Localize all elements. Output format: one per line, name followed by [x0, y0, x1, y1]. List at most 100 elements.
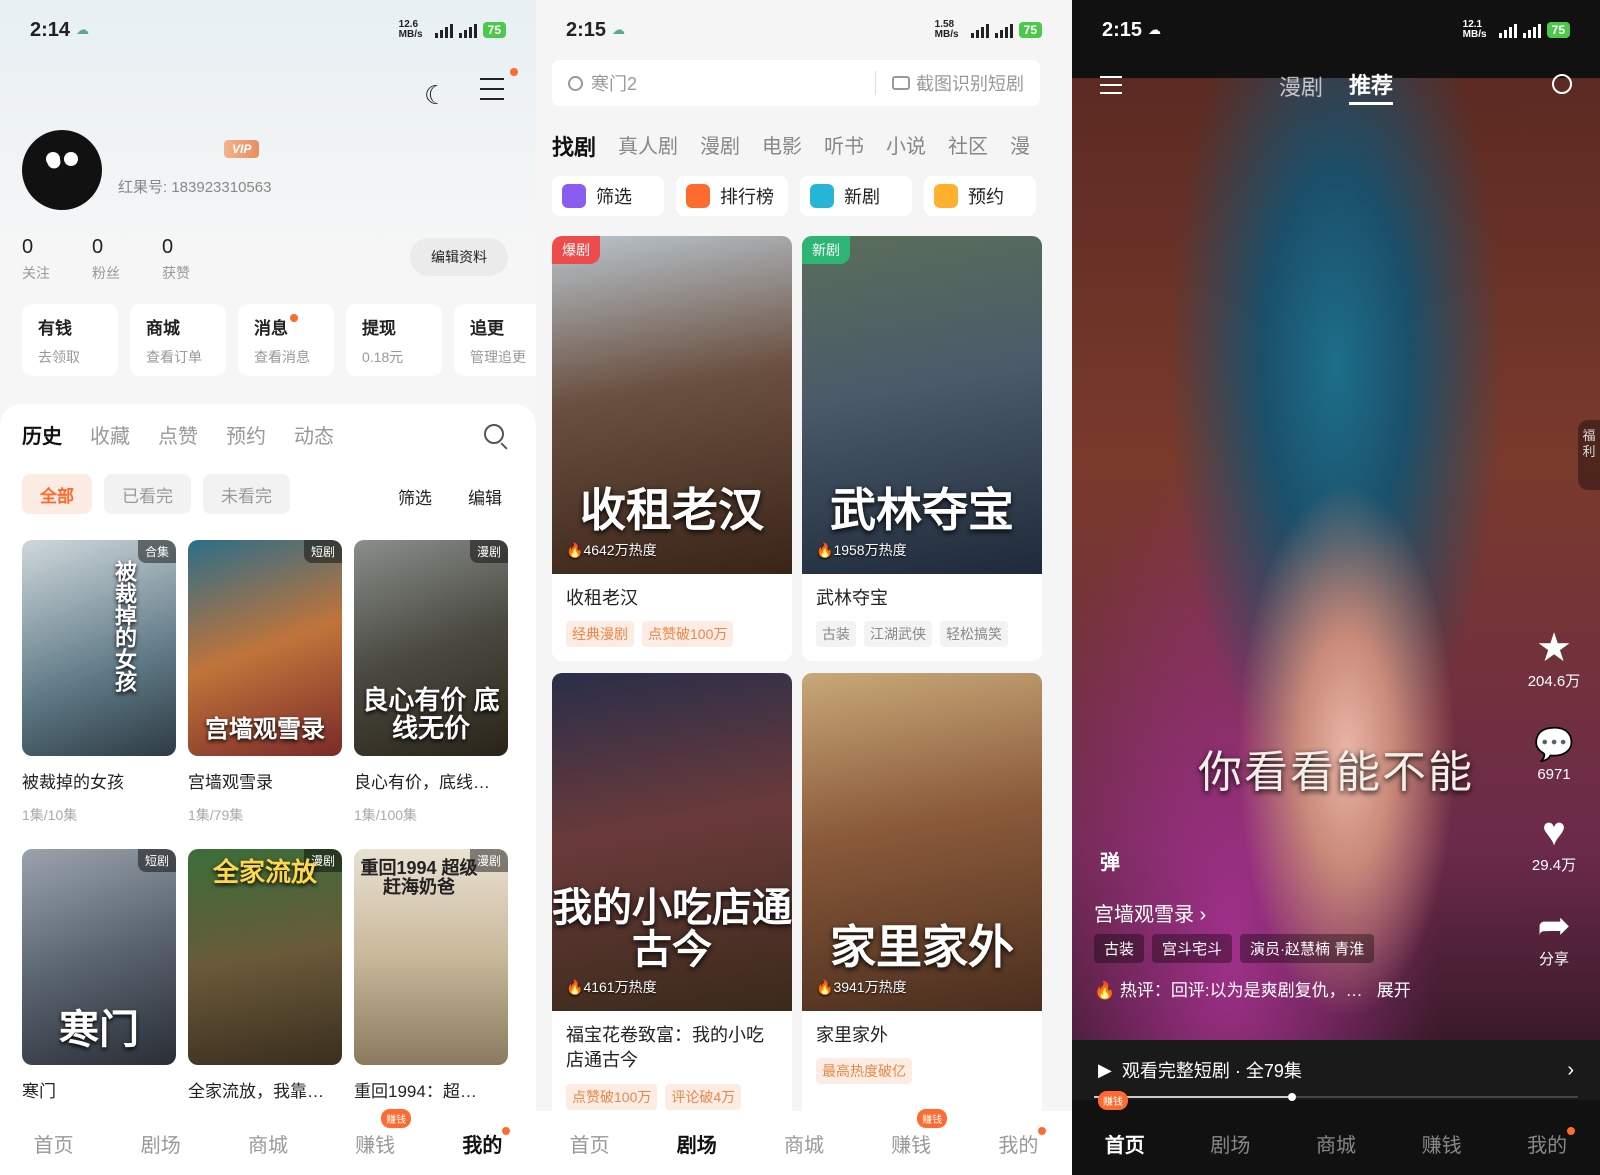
- shortcut-filter[interactable]: 筛选: [552, 176, 664, 216]
- tab-movie[interactable]: 电影: [762, 130, 802, 162]
- share-label: 分享: [1538, 951, 1569, 968]
- filter-unfinished[interactable]: 未看完: [203, 474, 290, 514]
- avatar[interactable]: [22, 130, 102, 210]
- share-button[interactable]: ➦ 分享: [1524, 904, 1584, 969]
- user-id[interactable]: 红果号: 183923310563: [118, 176, 271, 197]
- watch-full-bar[interactable]: ▶ 观看完整短剧 · 全79集 ›: [1072, 1040, 1600, 1100]
- nav-theater[interactable]: 剧场: [677, 1129, 717, 1158]
- nav-theater[interactable]: 剧场: [141, 1129, 181, 1158]
- nav-mall[interactable]: 商城: [1316, 1129, 1356, 1158]
- flame-icon: [686, 184, 710, 208]
- tab-novel[interactable]: 小说: [886, 130, 926, 162]
- item-title: 良心有价，底线…: [354, 773, 490, 792]
- tab-comic[interactable]: 漫剧: [700, 130, 740, 162]
- shortcut-ranking[interactable]: 排行榜: [676, 176, 788, 216]
- nav-earn[interactable]: 赚钱 赚钱: [891, 1108, 948, 1158]
- quick-card-mall[interactable]: 商城 查看订单: [130, 304, 226, 376]
- video-progress[interactable]: [1094, 1093, 1578, 1101]
- actor-tag[interactable]: 演员·赵慧楠 青淮: [1240, 934, 1375, 963]
- tab-favorites[interactable]: 收藏: [90, 420, 130, 449]
- video-player[interactable]: [1072, 78, 1600, 1040]
- history-tabs: 历史 收藏 点赞 预约 动态: [22, 420, 334, 449]
- comment-icon: 💬: [1534, 726, 1574, 762]
- tag[interactable]: 宫斗宅斗: [1152, 934, 1233, 963]
- favorite-button[interactable]: ★ 204.6万: [1524, 626, 1584, 691]
- heat-count: 🔥1958万热度: [816, 542, 907, 558]
- list-item[interactable]: 合集 被裁掉的女孩 被裁掉的女孩 1集/10集: [22, 540, 176, 825]
- tag: 点赞破100万: [566, 1083, 658, 1110]
- nav-me[interactable]: 我的: [1527, 1126, 1576, 1158]
- nav-earn[interactable]: 赚钱 赚钱: [355, 1108, 412, 1158]
- list-item[interactable]: 漫剧 重回1994 超级赶海奶爸 重回1994：超…: [354, 849, 508, 1102]
- filter-all[interactable]: 全部: [22, 474, 92, 514]
- tab-community[interactable]: 社区: [948, 130, 988, 162]
- vip-badge[interactable]: VIP: [224, 140, 260, 158]
- expand-button[interactable]: 展开: [1377, 981, 1411, 1000]
- drama-card[interactable]: 家里家外 🔥3941万热度 家里家外 最高热度破亿: [802, 673, 1042, 1124]
- comment-button[interactable]: 💬 6971: [1524, 722, 1584, 783]
- search-icon: [568, 75, 583, 91]
- video-tags: 古装 宫斗宅斗 演员·赵慧楠 青淮: [1094, 934, 1375, 963]
- welfare-tab[interactable]: 福利: [1578, 420, 1600, 490]
- tab-more[interactable]: 漫: [1010, 130, 1030, 162]
- progress-handle[interactable]: [1287, 1093, 1296, 1101]
- tab-likes[interactable]: 点赞: [158, 420, 198, 449]
- quick-card-messages[interactable]: 消息 查看消息: [238, 304, 334, 376]
- stat-fans[interactable]: 0 粉丝: [92, 236, 120, 283]
- stat-likes[interactable]: 0 获赞: [162, 236, 190, 283]
- nav-me[interactable]: 我的: [462, 1126, 511, 1158]
- tag[interactable]: 古装: [1094, 934, 1145, 963]
- search-bar[interactable]: 寒门2 截图识别短剧: [552, 60, 1040, 106]
- edit-button[interactable]: 编辑: [468, 484, 502, 509]
- net-speed: 12.6 MB/s: [398, 19, 423, 40]
- tab-comic[interactable]: 漫剧: [1279, 70, 1323, 102]
- nav-earn[interactable]: 赚钱 赚钱: [1098, 1091, 1462, 1158]
- search-icon[interactable]: [1552, 74, 1572, 94]
- like-button[interactable]: ♥ 29.4万: [1524, 810, 1584, 875]
- nav-mall[interactable]: 商城: [248, 1129, 288, 1158]
- tab-audiobook[interactable]: 听书: [824, 130, 864, 162]
- tag: 古装: [816, 621, 856, 648]
- tab-live-action[interactable]: 真人剧: [618, 130, 678, 162]
- menu-icon[interactable]: [480, 78, 504, 100]
- quick-card-money[interactable]: 有钱 去领取: [22, 304, 118, 376]
- filter-finished[interactable]: 已看完: [104, 474, 191, 514]
- nav-mall[interactable]: 商城: [784, 1129, 824, 1158]
- filter-button[interactable]: 筛选: [398, 484, 432, 509]
- tab-activity[interactable]: 动态: [294, 420, 334, 449]
- drama-card[interactable]: 新剧 武林夺宝 🔥1958万热度 武林夺宝 古装 江湖武侠 轻松搞笑: [802, 236, 1042, 662]
- quick-card-withdraw[interactable]: 提现 0.18元: [346, 304, 442, 376]
- tab-recommend[interactable]: 推荐: [1349, 68, 1394, 105]
- nav-me[interactable]: 我的: [998, 1126, 1047, 1158]
- danmaku-toggle[interactable]: 弹: [1100, 846, 1120, 875]
- quick-title: 有钱: [38, 319, 72, 338]
- nav-home[interactable]: 首页: [34, 1129, 74, 1158]
- list-item[interactable]: 短剧 宫墙观雪录 宫墙观雪录 1集/79集: [188, 540, 342, 825]
- drama-card[interactable]: 爆剧 收租老汉 🔥4642万热度 收租老汉 经典漫剧 点赞破100万: [552, 236, 792, 662]
- shortcut-reserve[interactable]: 预约: [924, 176, 1036, 216]
- list-item[interactable]: 漫剧 全家流放 全家流放，我靠…: [188, 849, 342, 1102]
- search-input[interactable]: 寒门2: [591, 70, 637, 96]
- list-item[interactable]: 短剧 寒门 寒门: [22, 849, 176, 1102]
- edit-profile-button[interactable]: 编辑资料: [410, 238, 508, 276]
- show-title-link[interactable]: 宫墙观雪录 ›: [1094, 898, 1206, 927]
- stat-following[interactable]: 0 关注: [22, 236, 50, 283]
- drama-card[interactable]: 我的小吃店通古今 🔥4161万热度 福宝花卷致富：我的小吃店通古今 点赞破100…: [552, 673, 792, 1124]
- poster-title: 良心有价 底线无价: [362, 685, 500, 743]
- nav-home[interactable]: 首页: [1105, 1129, 1145, 1158]
- night-mode-icon[interactable]: ☾: [424, 80, 447, 111]
- list-item[interactable]: 漫剧 良心有价 底线无价 良心有价，底线… 1集/100集: [354, 540, 508, 825]
- nav-earn-label: 赚钱: [1421, 1134, 1462, 1157]
- tab-find[interactable]: 找剧: [552, 130, 596, 162]
- cloud-icon: ☁: [1148, 22, 1162, 37]
- cloud-icon: ☁: [612, 22, 626, 37]
- tab-reservations[interactable]: 预约: [226, 420, 266, 449]
- search-icon[interactable]: [484, 424, 504, 444]
- hot-comment[interactable]: 🔥 热评：回评:以为是爽剧复仇，… 展开: [1094, 976, 1411, 1001]
- nav-home[interactable]: 首页: [570, 1129, 610, 1158]
- quick-card-follow[interactable]: 追更 管理追更: [454, 304, 536, 376]
- shortcut-new[interactable]: 新剧: [800, 176, 912, 216]
- nav-theater[interactable]: 剧场: [1210, 1129, 1250, 1158]
- tab-history[interactable]: 历史: [22, 420, 62, 449]
- screenshot-search-button[interactable]: 截图识别短剧: [916, 70, 1024, 96]
